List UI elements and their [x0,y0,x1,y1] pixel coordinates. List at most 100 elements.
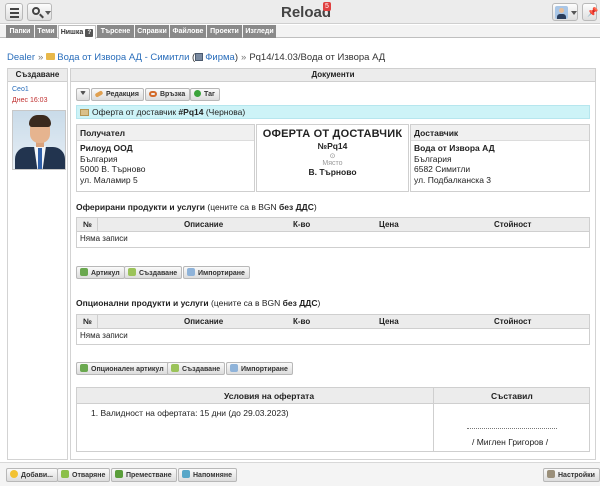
supplier-heading: Доставчик [411,125,589,141]
settings-label: Настройки [558,472,595,479]
tab-thread[interactable]: Нишка? [58,25,96,39]
optional-table: № Описание К-во Цена Стойност Няма запис… [76,314,590,345]
remind-button[interactable]: Напомняне [178,468,237,482]
recipient-city: 5000 В. Търново [80,164,146,174]
import-icon [187,268,195,276]
add-label: Добави... [21,472,54,479]
offered-note-end: ) [313,202,317,212]
chevron-down-icon [571,11,577,15]
col-quantity: К-во [293,317,311,326]
conditions-heading: Условия на офертата [224,391,315,401]
col-quantity: К-во [293,220,311,229]
settings-icon [547,470,555,478]
notification-badge[interactable]: 5 [323,2,331,11]
link-button[interactable]: Връзка [145,88,191,101]
company-icon [195,53,204,61]
tab-topics[interactable]: Теми [35,25,57,38]
import-label: Импортиране [198,270,245,277]
conditions-header: Условия на офертата Съставил [77,388,589,404]
tag-button[interactable]: Таг [190,88,220,101]
import-label: Импортиране [241,366,288,373]
chevron-down-icon [45,11,51,15]
document-state: (Чернова) [205,107,246,117]
top-bar: Reload 5 📌 [0,0,600,24]
col-description: Описание [184,317,224,326]
edit-label: Редакция [106,91,139,98]
status-prefix: Оферта от доставчик [92,107,177,117]
pin-icon: 📌 [587,7,599,17]
tab-views[interactable]: Изгледи [243,25,276,38]
reminder-icon [182,470,190,478]
recipient-street: ул. Маламир 5 [80,174,138,185]
conditions-box: Условия на офертата Съставил 1. Валиднос… [76,387,590,452]
create-optional-button[interactable]: Създаване [167,362,226,375]
main-menu-button[interactable] [5,3,23,21]
col-price: Цена [379,317,399,326]
pencil-icon [94,90,104,98]
breadcrumb-folder[interactable]: Вода от Извора АД - Симитли [57,52,189,63]
col-description: Описание [184,220,224,229]
user-menu-button[interactable] [552,3,578,21]
add-article-button[interactable]: Артикул [76,266,125,279]
edit-button[interactable]: Редакция [91,88,144,101]
plus-icon [80,268,88,276]
import-icon [230,364,238,372]
tab-folders[interactable]: Папки [6,25,34,38]
import-articles-button[interactable]: Импортиране [183,266,250,279]
author-name[interactable]: Ceo1 [12,86,29,93]
remind-label: Напомняне [193,472,232,479]
offered-title-text: Оферирани продукти и услуги [76,202,205,212]
supplier-name: Вода от Извора АД [414,143,495,153]
supplier-box: Доставчик Вода от Извора АД България 658… [410,124,590,192]
col-price: Цена [379,220,399,229]
folder-icon [46,53,56,60]
optional-table-header: № Описание К-во Цена Стойност [77,315,589,329]
search-menu-button[interactable] [27,3,52,21]
breadcrumb-root[interactable]: Dealer [7,52,35,63]
tab-files[interactable]: Файлове [170,25,206,38]
settings-button[interactable]: Настройки [543,468,600,482]
offered-section-title: Оферирани продукти и услуги (цените са в… [76,202,317,212]
documents-column-header: Документи [70,68,596,82]
doc-menu-button[interactable] [76,88,90,101]
breadcrumb-separator: » [241,52,247,63]
optional-note-end: ) [317,298,321,308]
supplier-city: 6582 Симитли [414,164,471,174]
document-number[interactable]: #Pq14 [178,107,203,117]
breadcrumb-separator: » [38,52,44,63]
breadcrumb-paren: ) [234,52,239,63]
import-optional-button[interactable]: Импортиране [226,362,293,375]
tab-reports[interactable]: Справки [135,25,169,38]
offer-header-box: ОФЕРТА ОТ ДОСТАВЧИК №Pq14 ⊙ Място В. Тър… [256,124,409,192]
help-icon[interactable]: ? [85,29,94,37]
arrow-right-icon [115,470,123,478]
place-value: В. Търново [308,167,357,177]
optional-title-text: Опционални продукти и услуги [76,298,209,308]
tag-icon [194,90,201,97]
col-value: Стойност [494,220,532,229]
create-icon [128,268,136,276]
offered-note-bold: без ДДС [279,202,314,212]
tab-search[interactable]: Търсене [97,25,134,38]
tab-projects[interactable]: Проекти [207,25,242,38]
open-button[interactable]: Отваряне [57,468,111,482]
add-article-label: Артикул [91,270,120,277]
add-optional-article-button[interactable]: Опционален артикул [76,362,169,375]
document-icon [80,109,89,116]
pin-button[interactable]: 📌 [582,3,599,21]
move-button[interactable]: Преместване [111,468,177,482]
create-label: Създаване [139,270,178,277]
breadcrumb-firm[interactable]: Фирма [205,52,235,63]
author-avatar [12,110,66,170]
tag-label: Таг [204,91,215,98]
author-heading: Съставил [491,391,533,401]
main-tabs: Папки Теми Нишка? Търсене Справки Файлов… [0,25,600,39]
create-article-button[interactable]: Създаване [124,266,183,279]
plus-icon [80,364,88,372]
add-button[interactable]: Добави... [6,468,59,482]
optional-section-title: Опционални продукти и услуги (цените са … [76,298,320,308]
star-icon [10,470,18,478]
gear-icon[interactable]: ⊙ [257,152,408,160]
offered-note: (цените са в BGN [207,202,277,212]
chevron-down-icon [80,91,86,95]
